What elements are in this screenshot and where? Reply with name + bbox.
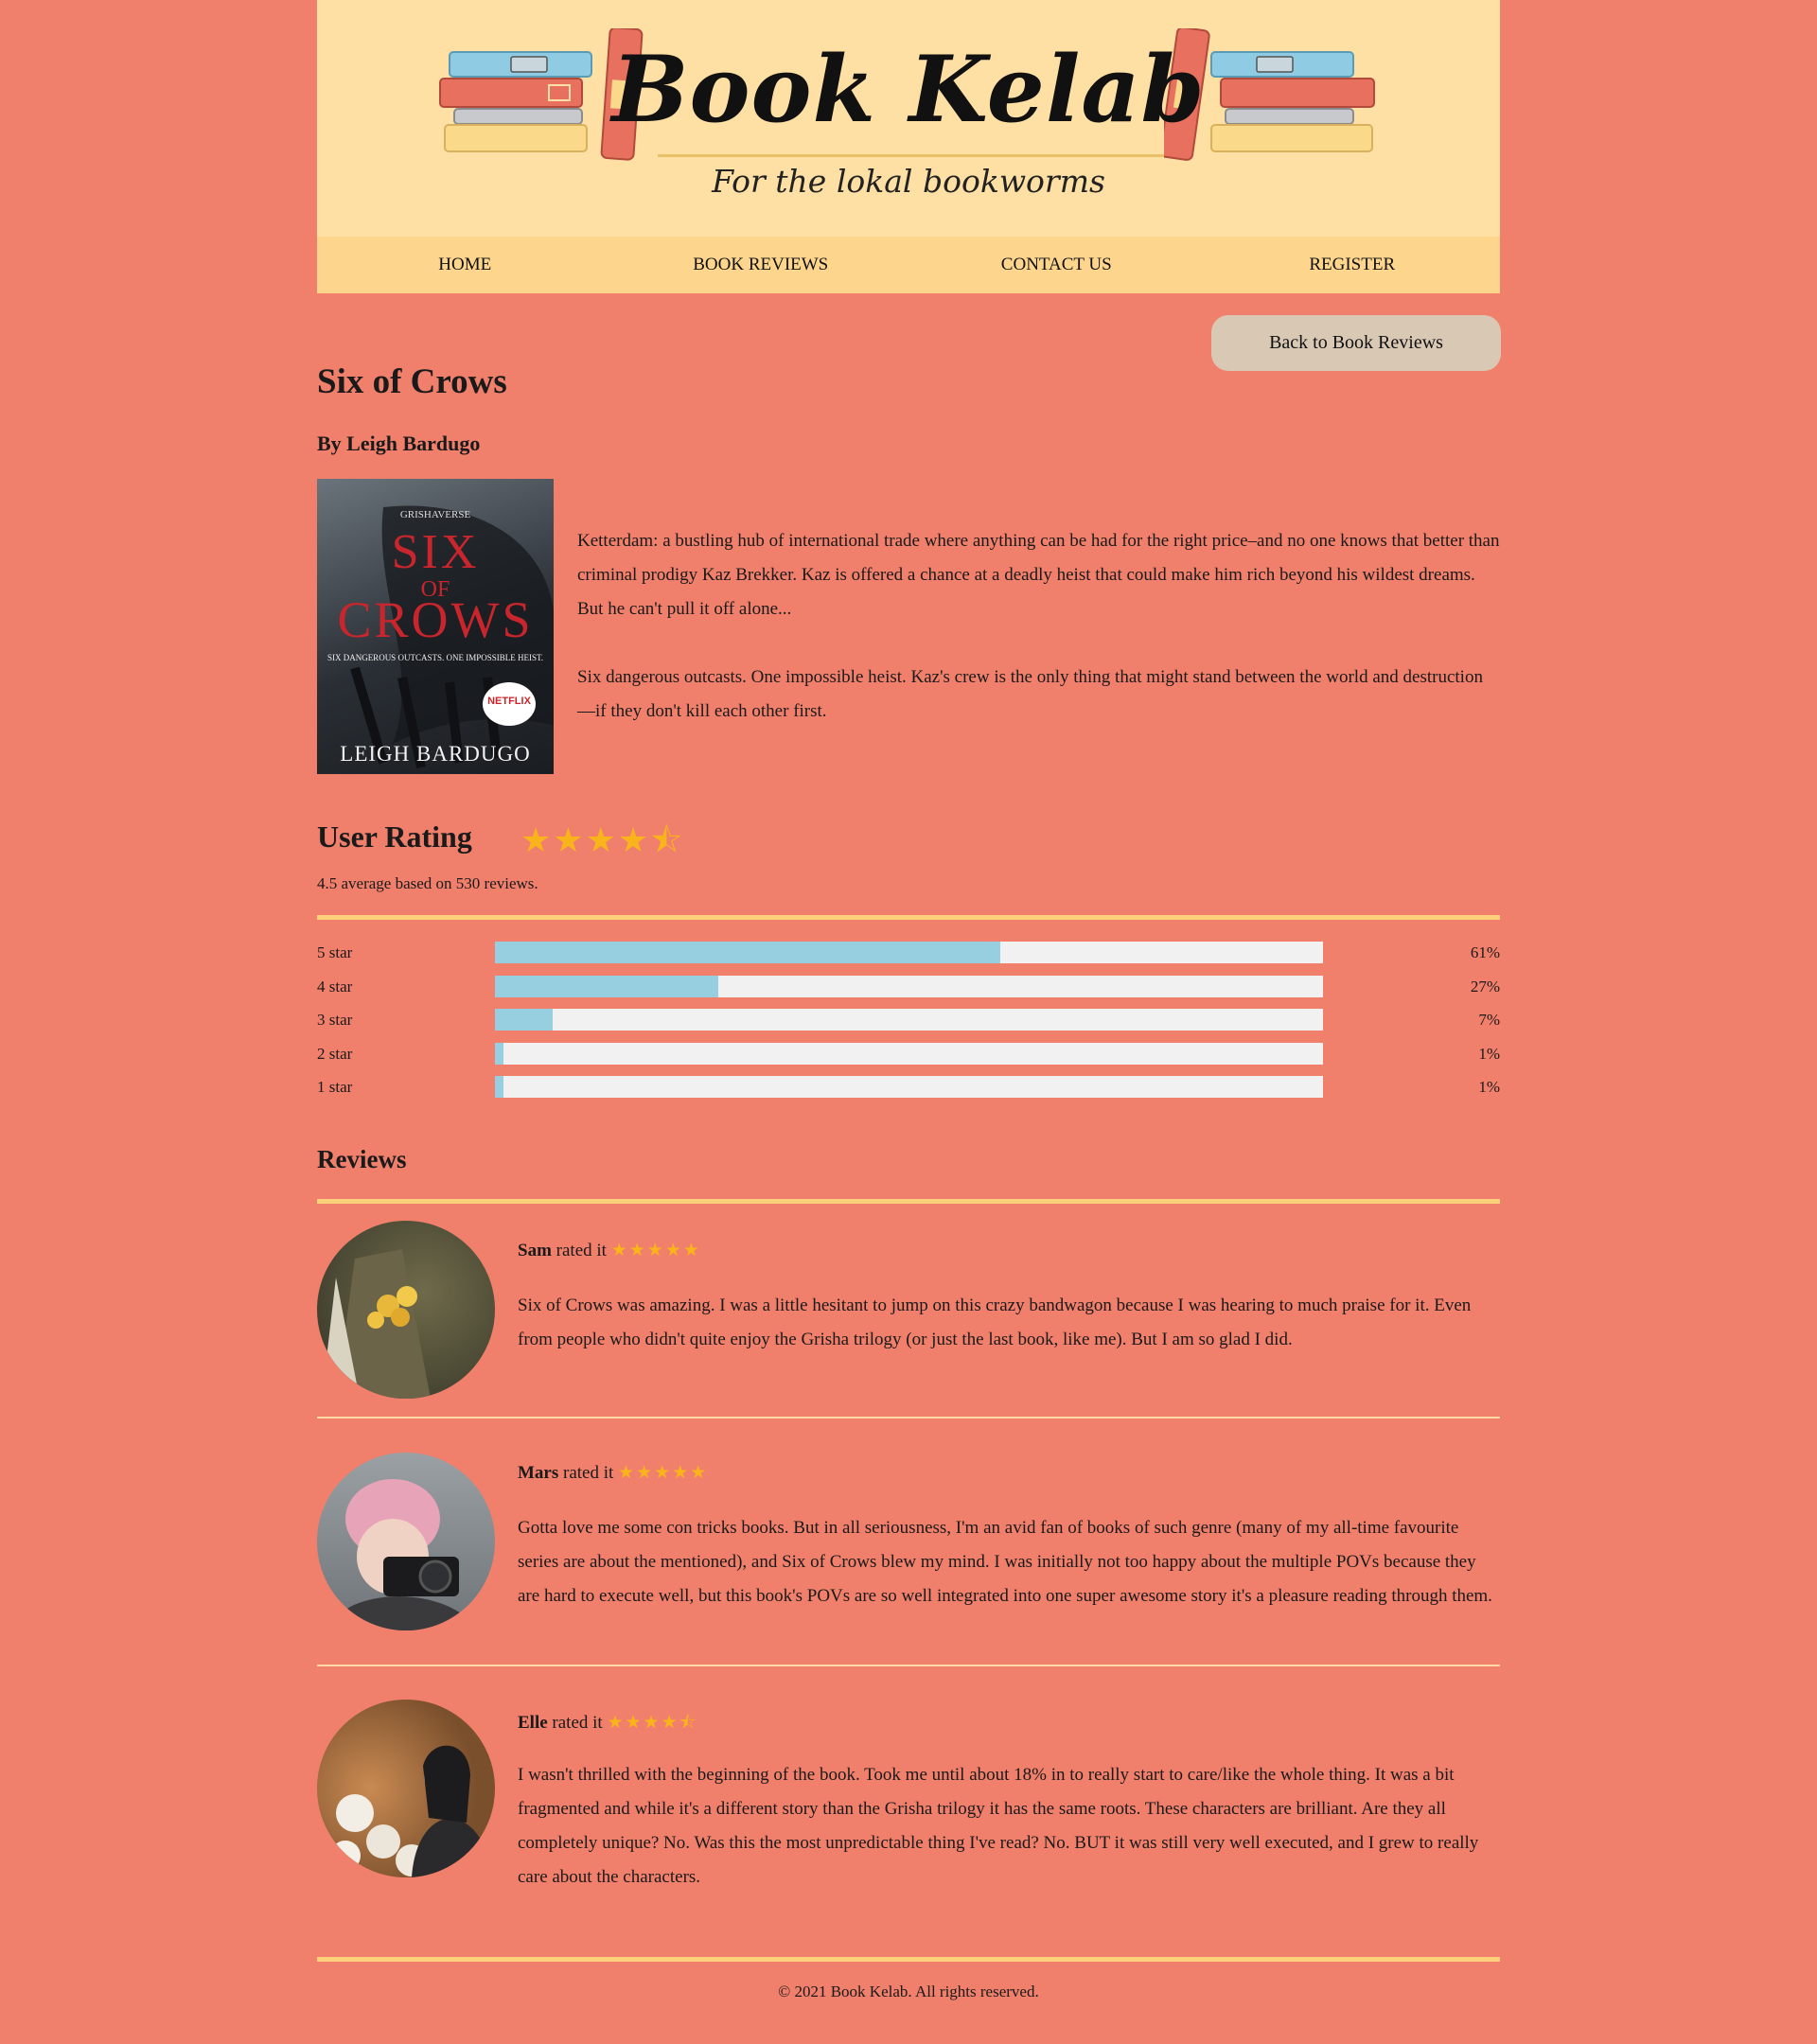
review-stars: ★★★★★	[618, 1463, 708, 1483]
star-icon: ★	[654, 1463, 673, 1483]
cover-tagline: SIX DANGEROUS OUTCASTS. ONE IMPOSSIBLE H…	[326, 653, 544, 662]
rating-bar-fill	[495, 976, 719, 997]
reviews-heading: Reviews	[317, 1145, 407, 1173]
cover-series: GRISHAVERSE	[399, 509, 471, 520]
book-author: By Leigh Bardugo	[317, 432, 481, 455]
review-divider	[317, 1417, 1500, 1418]
review-header: Mars rated it ★★★★★	[518, 1462, 708, 1484]
rating-bar-label: 1 star	[317, 1078, 353, 1096]
flower-icon	[322, 1249, 431, 1399]
rating-bar-label: 4 star	[317, 978, 353, 996]
rating-bar-percent: 61%	[1470, 943, 1500, 961]
nav-book-reviews[interactable]: BOOK REVIEWS	[613, 237, 909, 293]
rating-bar-row: 4 star 27%	[317, 976, 1500, 998]
rated-text: rated it	[556, 1241, 607, 1260]
star-icon: ★	[618, 1463, 637, 1483]
reviewer-name[interactable]: Sam	[518, 1241, 552, 1260]
rating-bar-label: 2 star	[317, 1045, 353, 1063]
rating-bar-percent: 27%	[1470, 978, 1500, 996]
book-description: Ketterdam: a bustling hub of internation…	[577, 524, 1500, 763]
star-icon: ★	[617, 821, 651, 860]
rating-bar-percent: 7%	[1478, 1011, 1500, 1029]
star-icon: ★	[690, 1463, 709, 1483]
page-container: Book Kelab For the lokal bookworms HOME …	[317, 0, 1501, 2000]
half-star-icon: ⯪	[679, 1713, 698, 1733]
review-text: Gotta love me some con tricks books. But…	[518, 1518, 1492, 1606]
rating-bar-row: 5 star 61%	[317, 942, 1500, 964]
camera-person-icon	[326, 1479, 478, 1630]
star-icon: ★	[607, 1713, 626, 1733]
star-icon: ★	[636, 1463, 655, 1483]
divider	[317, 915, 1500, 920]
star-icon: ★	[553, 821, 586, 860]
nav-home[interactable]: HOME	[317, 237, 613, 293]
divider	[317, 1199, 1500, 1204]
rating-bar-fill	[495, 1043, 503, 1065]
rating-bar-track	[495, 1076, 1323, 1098]
footer-copyright: © 2021 Book Kelab. All rights reserved.	[778, 1982, 1039, 2000]
cover-title-word1: SIX	[391, 525, 480, 579]
rating-bar-percent: 1%	[1478, 1045, 1500, 1063]
rating-bar-percent: 1%	[1478, 1078, 1500, 1096]
star-icon: ★	[628, 1241, 647, 1260]
rating-bar-fill	[495, 1076, 503, 1098]
user-rating-heading: User Rating	[317, 819, 472, 854]
nav-contact-us[interactable]: CONTACT US	[908, 237, 1205, 293]
site-logo-title[interactable]: Book Kelab	[317, 36, 1500, 143]
rating-bar-row: 3 star 7%	[317, 1009, 1500, 1031]
review-header: Sam rated it ★★★★★	[518, 1240, 701, 1261]
review-stars: ★★★★★	[611, 1241, 701, 1260]
rating-bar-fill	[495, 942, 1000, 963]
review-text: I wasn't thrilled with the beginning of …	[518, 1765, 1479, 1887]
half-star-icon: ⯪	[650, 821, 685, 860]
reviewer-name[interactable]: Elle	[518, 1713, 548, 1733]
rating-bar-track	[495, 976, 1323, 997]
rating-bar-fill	[495, 1009, 554, 1031]
back-to-reviews-button[interactable]: Back to Book Reviews	[1211, 315, 1501, 371]
cover-author: LEIGH BARDUGO	[340, 742, 531, 766]
reviewer-name[interactable]: Mars	[518, 1463, 558, 1483]
logo-underline	[658, 154, 1164, 157]
cover-title-word3: CROWS	[337, 591, 534, 648]
site-banner: Book Kelab For the lokal bookworms	[317, 0, 1500, 237]
netflix-badge: NETFLIX	[483, 682, 536, 726]
avatar	[317, 1700, 495, 1877]
star-icon: ★	[585, 821, 618, 860]
rating-bar-track	[495, 1043, 1323, 1065]
rating-bar-track	[495, 1009, 1323, 1031]
divider	[317, 1957, 1500, 1962]
nav-register[interactable]: REGISTER	[1205, 237, 1501, 293]
site-tagline: For the lokal bookworms	[712, 163, 1105, 200]
avatar	[317, 1453, 495, 1630]
description-paragraph: Six dangerous outcasts. One impossible h…	[577, 667, 1483, 721]
average-rating-stars: ★★★★⯪	[520, 816, 684, 873]
book-title: Six of Crows	[317, 362, 507, 401]
rating-bar-row: 2 star 1%	[317, 1043, 1500, 1066]
rating-bar-track	[495, 942, 1323, 963]
rating-bar-label: 3 star	[317, 1011, 353, 1029]
review-header: Elle rated it ★★★★⯪	[518, 1709, 698, 1739]
book-cover: GRISHAVERSE SIX OF CROWS SIX DANGEROUS O…	[317, 479, 554, 774]
star-icon: ★	[664, 1241, 683, 1260]
plush-toys-person-icon	[330, 1745, 495, 1877]
rating-summary: 4.5 average based on 530 reviews.	[317, 874, 538, 892]
star-icon: ★	[682, 1241, 701, 1260]
rating-bar-label: 5 star	[317, 943, 353, 961]
rated-text: rated it	[563, 1463, 614, 1483]
review-text: Six of Crows was amazing. I was a little…	[518, 1295, 1472, 1349]
rating-bar-row: 1 star 1%	[317, 1076, 1500, 1099]
review-divider	[317, 1665, 1500, 1666]
star-icon: ★	[643, 1713, 662, 1733]
main-nav: HOME BOOK REVIEWS CONTACT US REGISTER	[317, 237, 1500, 293]
description-paragraph: Ketterdam: a bustling hub of internation…	[577, 531, 1500, 619]
star-icon: ★	[661, 1713, 679, 1733]
star-icon: ★	[625, 1713, 644, 1733]
review-stars: ★★★★⯪	[607, 1713, 697, 1733]
avatar	[317, 1221, 495, 1399]
star-icon: ★	[520, 821, 554, 860]
star-icon: ★	[672, 1463, 691, 1483]
rated-text: rated it	[552, 1713, 603, 1733]
star-icon: ★	[610, 1241, 629, 1260]
star-icon: ★	[646, 1241, 665, 1260]
